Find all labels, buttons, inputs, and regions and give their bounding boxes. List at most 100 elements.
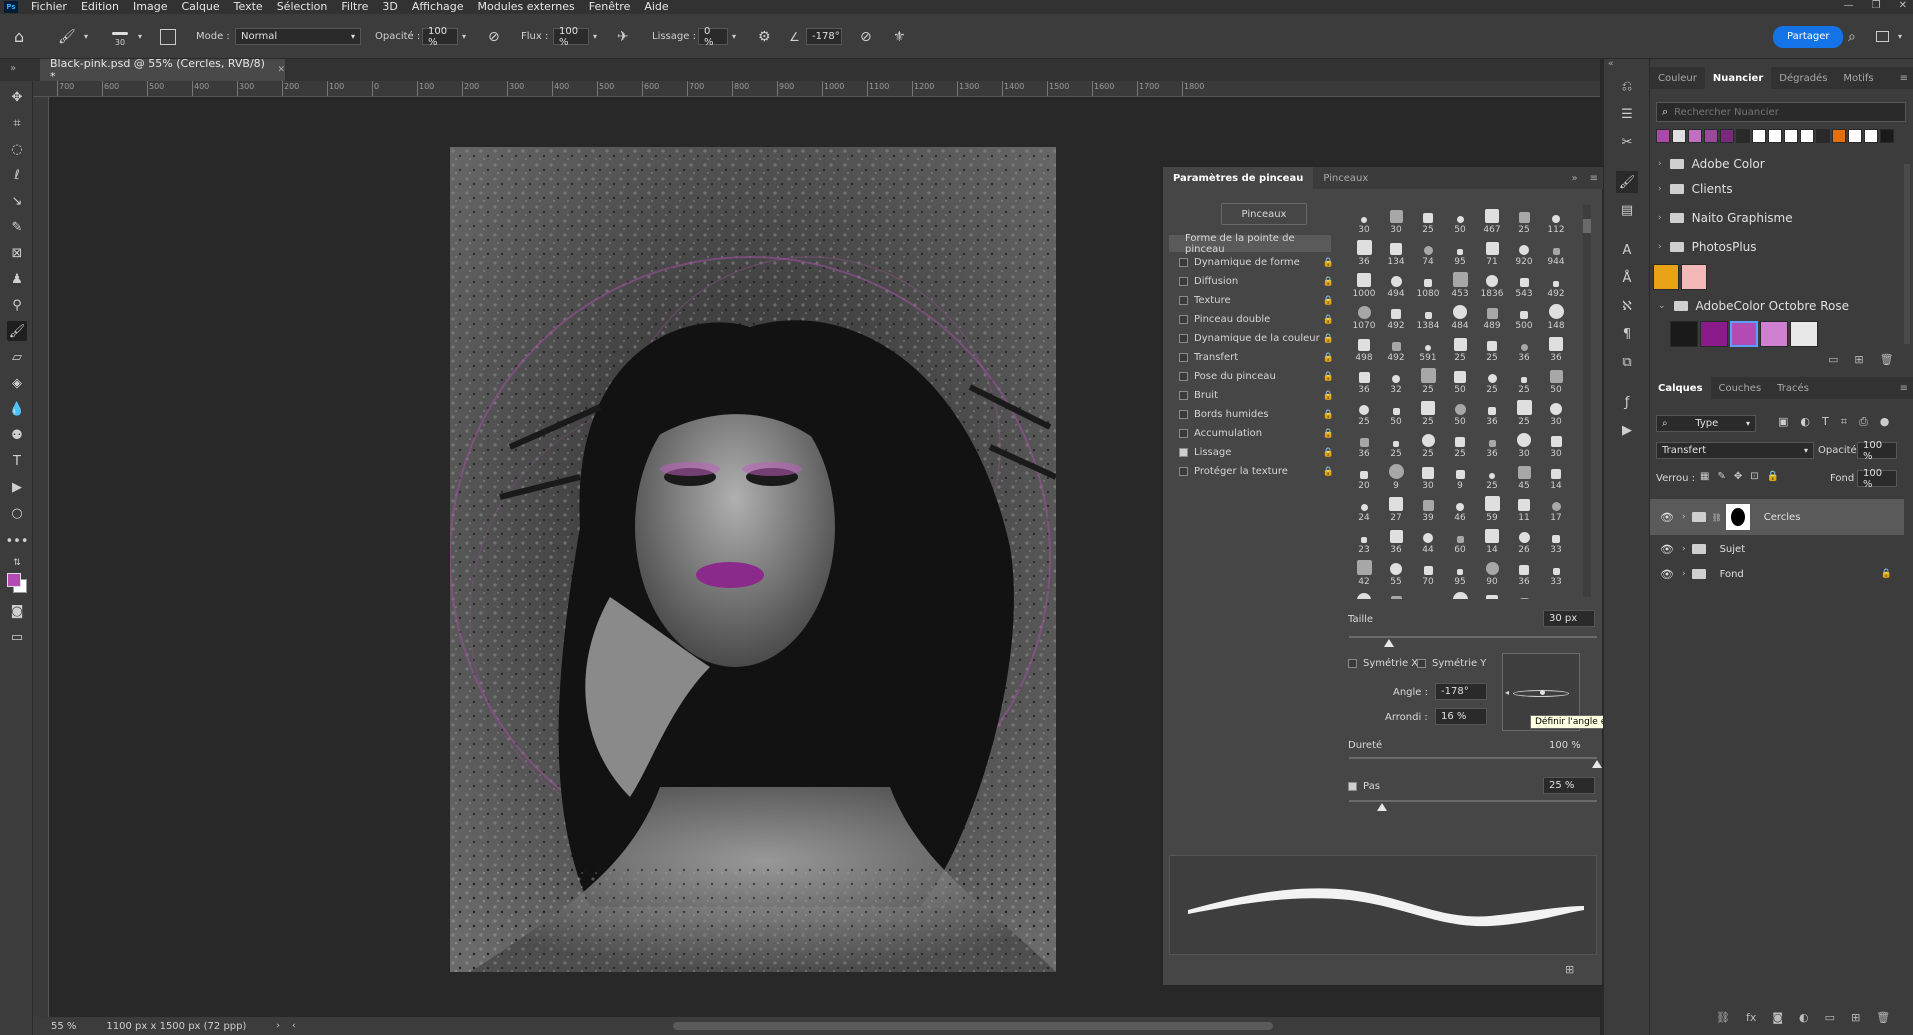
swatch-group-octobre-rose[interactable]: ⌄ AdobeColor Octobre Rose: [1658, 294, 1898, 318]
menu-fichier[interactable]: Fichier: [24, 0, 74, 14]
swatch[interactable]: [1848, 129, 1862, 143]
menu-filtre[interactable]: Filtre: [334, 0, 375, 14]
layer-opacity-input[interactable]: 100 %: [1857, 440, 1897, 462]
brush-option-item[interactable]: Bruit 🔒: [1179, 387, 1334, 404]
brush-option-item[interactable]: Texture 🔒: [1179, 292, 1334, 309]
dodge-tool-icon[interactable]: ⚉: [7, 425, 27, 445]
more-tools-icon[interactable]: •••: [6, 531, 29, 551]
lock-icon[interactable]: 🔒: [1323, 353, 1334, 363]
layer-row-cercles[interactable]: 👁 › ⛓ Cercles: [1650, 499, 1904, 535]
lock-icon[interactable]: 🔒: [1323, 277, 1334, 287]
flow-chevron-icon[interactable]: ▾: [593, 32, 597, 41]
artwork-image[interactable]: [450, 147, 1056, 972]
blend-mode-select[interactable]: Transfert ▾: [1656, 442, 1814, 459]
menu-image[interactable]: Image: [126, 0, 174, 14]
swatch[interactable]: [1768, 129, 1782, 143]
opacity-chevron-icon[interactable]: ▾: [462, 32, 466, 41]
spacing-option[interactable]: Pas: [1348, 781, 1380, 792]
brush-tip-cell[interactable]: 36: [1349, 427, 1379, 459]
status-expand-icon[interactable]: ›: [276, 1021, 280, 1031]
brush-tip-cell[interactable]: 453: [1445, 267, 1475, 299]
swatch[interactable]: [1832, 129, 1846, 143]
close-icon[interactable]: ✕: [1899, 0, 1907, 11]
panel-collapse-icon[interactable]: »: [1571, 173, 1577, 184]
brush-tip-cell[interactable]: 45: [1509, 459, 1539, 491]
link-layers-icon[interactable]: ⛓: [1716, 1011, 1730, 1024]
brush-tip-cell[interactable]: 25: [1413, 363, 1443, 395]
brush-tip-cell[interactable]: 25: [1413, 427, 1443, 459]
swatch[interactable]: [1752, 129, 1766, 143]
menu-3d[interactable]: 3D: [375, 0, 404, 14]
brush-tip-cell[interactable]: 494: [1381, 267, 1411, 299]
symmetry-y-checkbox[interactable]: [1417, 659, 1426, 668]
fill-input[interactable]: 100 %: [1857, 468, 1897, 490]
add-mask-icon[interactable]: ◙: [1772, 1011, 1783, 1024]
brush-tip-cell[interactable]: 50: [1445, 395, 1475, 427]
horizontal-scrollbar[interactable]: [673, 1022, 1273, 1030]
brush-tip-cell[interactable]: 32: [1541, 587, 1571, 599]
home-icon[interactable]: ⌂: [14, 14, 24, 59]
brush-tip-cell[interactable]: 1000: [1349, 267, 1379, 299]
tab-calques[interactable]: Calques: [1650, 377, 1711, 399]
brush-tip-cell[interactable]: 944: [1541, 235, 1571, 267]
swatches-scrollbar[interactable]: [1904, 164, 1910, 344]
layer-filter-select[interactable]: ⌕ Type ▾: [1656, 415, 1756, 432]
quick-selection-tool-icon[interactable]: ✎: [7, 217, 27, 237]
brush-tip-cell[interactable]: 71: [1477, 235, 1507, 267]
lock-position-icon[interactable]: ✥: [1734, 471, 1742, 482]
brush-tip-cell[interactable]: 1080: [1413, 267, 1443, 299]
lasso-tool-icon[interactable]: ℓ: [7, 165, 27, 185]
new-layer-icon[interactable]: ⊞: [1851, 1011, 1860, 1024]
option-checkbox[interactable]: [1179, 429, 1188, 438]
menu-edition[interactable]: Edition: [74, 0, 126, 14]
brush-tip-cell[interactable]: 1070: [1349, 299, 1379, 331]
frame-tool-icon[interactable]: ⊠: [7, 243, 27, 263]
brush-tip-cell[interactable]: 1836: [1477, 267, 1507, 299]
swatch[interactable]: [1800, 129, 1814, 143]
brush-tip-cell[interactable]: 134: [1381, 235, 1411, 267]
brush-tip-cell[interactable]: 44: [1413, 523, 1443, 555]
brush-tip-cell[interactable]: 25: [1445, 427, 1475, 459]
chevron-right-icon[interactable]: ›: [1682, 544, 1686, 554]
tip-grid-scrollbar[interactable]: [1583, 205, 1591, 597]
search-icon[interactable]: ⌕: [1848, 14, 1856, 59]
brush-tip-cell[interactable]: 70: [1413, 555, 1443, 587]
brush-tip-cell[interactable]: 36: [1477, 395, 1507, 427]
lock-icon[interactable]: 🔒: [1323, 315, 1334, 325]
default-colors-icon[interactable]: ⇅: [7, 553, 27, 573]
brush-tip-cell[interactable]: 36: [1349, 235, 1379, 267]
layer-row-sujet[interactable]: 👁 › Sujet: [1650, 536, 1904, 562]
brush-tip-cell[interactable]: 148: [1541, 299, 1571, 331]
paragraph-icon[interactable]: ¶: [1616, 323, 1638, 345]
new-group-icon[interactable]: ▭: [1825, 1011, 1835, 1024]
swatch-group-naito[interactable]: › Naito Graphisme: [1658, 206, 1898, 230]
close-tab-icon[interactable]: ✕: [277, 65, 285, 75]
brush-tip-cell[interactable]: 920: [1509, 235, 1539, 267]
brush-tip-cell[interactable]: 467: [1477, 203, 1507, 235]
mode-select[interactable]: Normal ▾: [235, 28, 361, 45]
tab-couleur[interactable]: Couleur: [1650, 67, 1705, 89]
tool-preset-chevron-icon[interactable]: ▾: [84, 14, 88, 59]
angle-input[interactable]: -178°: [1435, 683, 1487, 700]
brush-settings-icon[interactable]: 🖌: [1616, 171, 1638, 193]
brush-tip-cell[interactable]: 112: [1541, 203, 1571, 235]
menu-fenetre[interactable]: Fenêtre: [582, 0, 638, 14]
brush-tip-cell[interactable]: 20: [1349, 459, 1379, 491]
new-swatch-icon[interactable]: ⊞: [1854, 353, 1863, 366]
tab-brushes[interactable]: Pinceaux: [1313, 167, 1378, 189]
eye-icon[interactable]: 👁: [1660, 511, 1674, 524]
brush-tip-cell[interactable]: 30: [1413, 459, 1443, 491]
filter-adjustment-icon[interactable]: ◐: [1800, 415, 1810, 429]
lock-artboard-icon[interactable]: ⊡: [1750, 471, 1758, 482]
zoom-level[interactable]: 55 %: [51, 1021, 76, 1032]
tip-grid-scroll-thumb[interactable]: [1583, 219, 1591, 233]
lock-icon[interactable]: 🔒: [1323, 372, 1334, 382]
swatch-search-input[interactable]: [1674, 106, 1875, 118]
filter-toggle-icon[interactable]: ●: [1880, 415, 1890, 429]
lock-transparency-icon[interactable]: ▦: [1700, 471, 1709, 482]
screen-mode-icon[interactable]: ▭: [7, 627, 27, 647]
option-checkbox[interactable]: [1179, 334, 1188, 343]
filter-shape-icon[interactable]: ⌗: [1841, 415, 1847, 429]
brush-tip-cell[interactable]: 25: [1509, 395, 1539, 427]
brush-tip-cell[interactable]: 36: [1477, 427, 1507, 459]
